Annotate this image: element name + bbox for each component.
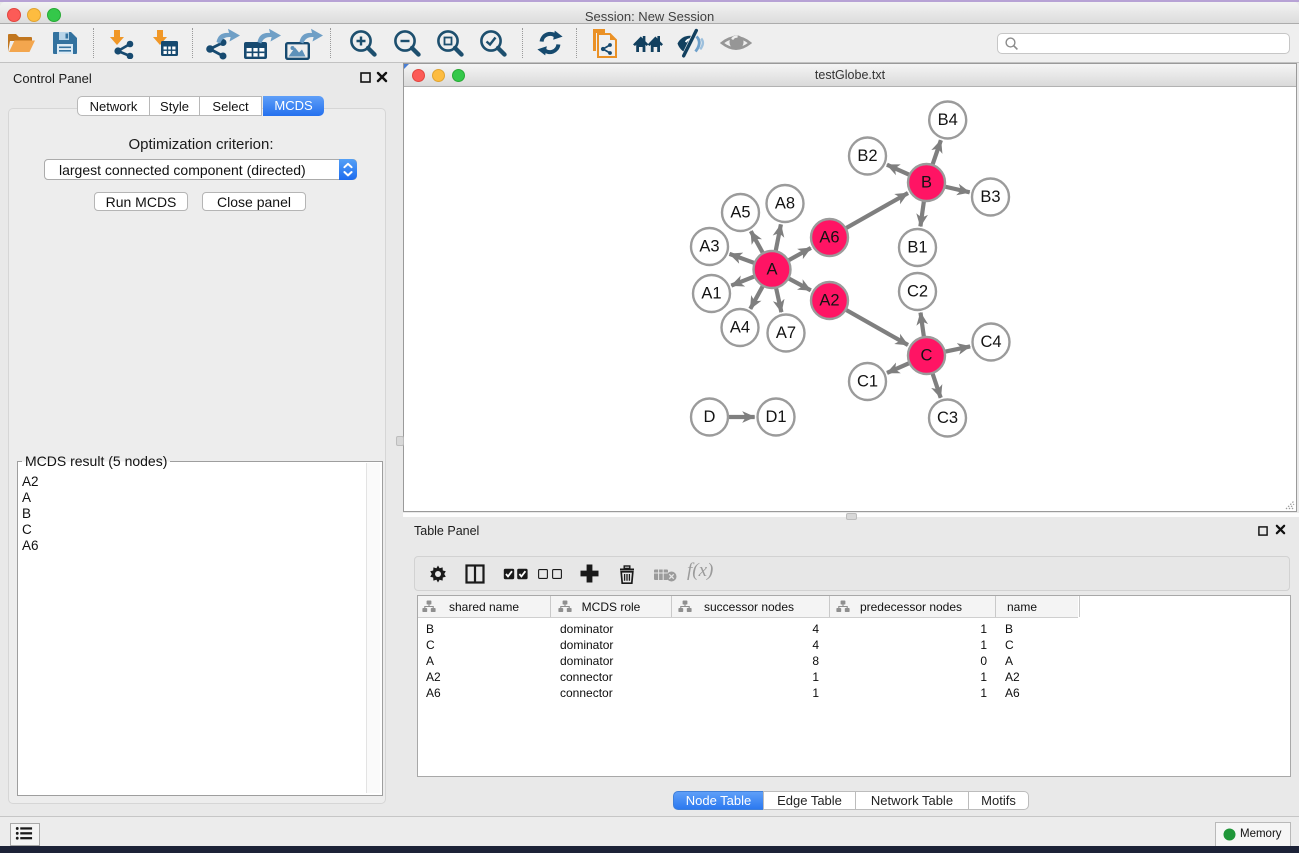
- svg-text:B2: B2: [857, 147, 877, 165]
- svg-text:C3: C3: [937, 409, 958, 427]
- svg-text:C4: C4: [980, 333, 1001, 351]
- svg-text:A2: A2: [819, 292, 839, 310]
- svg-text:B4: B4: [938, 111, 958, 129]
- svg-text:B: B: [921, 174, 932, 192]
- svg-text:A: A: [766, 261, 777, 279]
- svg-text:C: C: [921, 347, 933, 365]
- svg-text:A4: A4: [730, 319, 750, 337]
- svg-text:B3: B3: [980, 188, 1000, 206]
- svg-text:A8: A8: [775, 195, 795, 213]
- svg-text:A7: A7: [776, 324, 796, 342]
- svg-text:A5: A5: [730, 204, 750, 222]
- svg-text:D1: D1: [765, 408, 786, 426]
- svg-text:D: D: [704, 408, 716, 426]
- svg-text:A6: A6: [819, 229, 839, 247]
- svg-text:A3: A3: [699, 238, 719, 256]
- svg-text:C1: C1: [857, 373, 878, 391]
- svg-text:B1: B1: [907, 239, 927, 257]
- svg-text:A1: A1: [701, 285, 721, 303]
- svg-text:C2: C2: [907, 283, 928, 301]
